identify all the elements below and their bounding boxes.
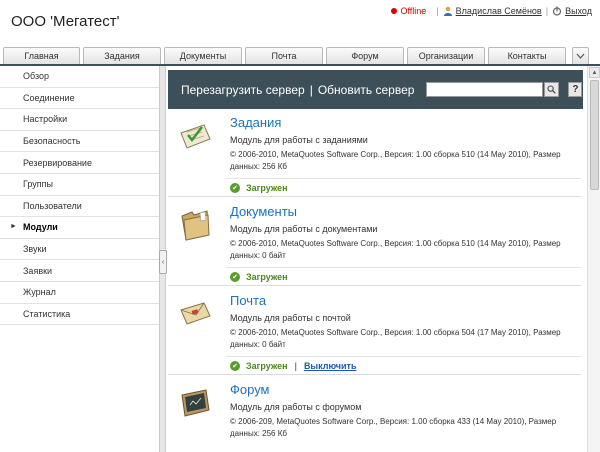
- sidebar-item-label: Резервирование: [23, 157, 92, 168]
- disable-module-link[interactable]: Выключить: [304, 361, 357, 371]
- sidebar-item-groups[interactable]: Группы: [0, 174, 159, 196]
- power-icon: [552, 6, 562, 16]
- mail-icon: [180, 302, 211, 325]
- tab-tasks[interactable]: Задания: [83, 47, 161, 64]
- logout-label: Выход: [565, 6, 592, 16]
- sidebar-item-statistics[interactable]: Статистика: [0, 304, 159, 326]
- scroll-thumb[interactable]: [590, 80, 599, 190]
- sidebar-item-label: Статистика: [23, 308, 71, 319]
- forum-icon: [181, 389, 210, 417]
- main-content: Перезагрузить сервер | Обновить сервер ?…: [167, 66, 587, 452]
- module-info: © 2006-209, MetaQuotes Software Corp., В…: [230, 417, 557, 438]
- tab-organizations[interactable]: Организации: [407, 47, 485, 64]
- module-documents: Документы Модуль для работы с документам…: [168, 198, 581, 286]
- tab-forum[interactable]: Форум: [326, 47, 404, 64]
- module-description: Модуль для работы с почтой: [230, 313, 351, 323]
- tab-mail[interactable]: Почта: [245, 47, 323, 64]
- sidebar-item-label: Звуки: [23, 244, 47, 255]
- module-title[interactable]: Форум: [230, 382, 270, 397]
- sidebar-item-connection[interactable]: Соединение: [0, 88, 159, 110]
- module-footer: ✔ Загружен: [226, 178, 581, 197]
- toolbar: Перезагрузить сервер | Обновить сервер ?: [168, 70, 583, 109]
- sidebar-item-users[interactable]: Пользователи: [0, 196, 159, 218]
- module-title[interactable]: Задания: [230, 115, 281, 130]
- sidebar-item-label: Группы: [23, 179, 53, 190]
- chevron-down-icon: [576, 53, 585, 59]
- sidebar-item-modules[interactable]: ► Модули: [0, 217, 159, 239]
- logout-link[interactable]: Выход: [552, 6, 592, 16]
- user-link[interactable]: Владислав Семёнов: [443, 6, 542, 16]
- collapse-sidebar-button[interactable]: ‹: [159, 250, 167, 274]
- search-button[interactable]: [544, 82, 560, 97]
- sidebar-item-label: Модули: [23, 222, 58, 233]
- module-description: Модуль для работы с форумом: [230, 402, 362, 412]
- footer-separator: |: [294, 361, 297, 371]
- search-input[interactable]: [426, 82, 544, 97]
- module-status: Загружен: [246, 183, 288, 193]
- module-status: Загружен: [246, 361, 288, 371]
- update-server-link[interactable]: Обновить сервер: [318, 83, 415, 97]
- module-info: © 2006-2010, MetaQuotes Software Corp., …: [230, 328, 561, 349]
- sidebar-item-label: Настройки: [23, 114, 68, 125]
- tab-contacts[interactable]: Контакты: [488, 47, 566, 64]
- content-scrollbar[interactable]: ▲: [587, 66, 600, 452]
- sidebar-item-overview[interactable]: Обзор: [0, 66, 159, 88]
- sidebar-item-label: Журнал: [23, 287, 56, 298]
- offline-dot-icon: [391, 8, 398, 14]
- module-forum: Форум Модуль для работы с форумом © 2006…: [168, 376, 581, 452]
- sidebar-item-security[interactable]: Безопасность: [0, 131, 159, 153]
- module-info: © 2006-2010, MetaQuotes Software Corp., …: [230, 239, 561, 260]
- user-icon: [443, 6, 452, 16]
- module-info: © 2006-2010, MetaQuotes Software Corp., …: [230, 150, 561, 171]
- check-icon: ✔: [230, 361, 240, 371]
- app-title: ООО 'Мегатест': [11, 13, 120, 30]
- sidebar-item-requests[interactable]: Заявки: [0, 260, 159, 282]
- check-icon: ✔: [230, 183, 240, 193]
- topbar-separator: |: [545, 6, 549, 16]
- sidebar-item-backup[interactable]: Резервирование: [0, 152, 159, 174]
- sidebar-item-label: Безопасность: [23, 136, 81, 147]
- sidebar-item-settings[interactable]: Настройки: [0, 109, 159, 131]
- help-button[interactable]: ?: [568, 82, 583, 97]
- module-status: Загружен: [246, 272, 288, 282]
- connection-status: Offline: [391, 6, 426, 16]
- check-icon: ✔: [230, 272, 240, 282]
- folder-icon: [181, 210, 210, 241]
- sidebar-item-journal[interactable]: Журнал: [0, 282, 159, 304]
- module-mail: Почта Модуль для работы с почтой © 2006-…: [168, 287, 581, 375]
- tasks-icon: [180, 124, 211, 149]
- active-arrow-icon: ►: [10, 223, 17, 231]
- status-text: Offline: [400, 6, 427, 16]
- toolbar-separator: |: [309, 82, 313, 97]
- module-description: Модуль для работы с заданиями: [230, 135, 368, 145]
- module-tasks: Задания Модуль для работы с заданиями © …: [168, 109, 581, 197]
- topbar: Offline | Владислав Семёнов | Выход: [391, 6, 592, 16]
- module-footer: ✔ Загружен | Выключить: [226, 356, 581, 375]
- sidebar-item-label: Обзор: [23, 71, 49, 82]
- tab-home[interactable]: Главная: [3, 47, 80, 64]
- module-title[interactable]: Документы: [230, 204, 297, 219]
- user-name: Владислав Семёнов: [455, 6, 542, 16]
- module-description: Модуль для работы с документами: [230, 224, 378, 234]
- sidebar-item-label: Соединение: [23, 92, 75, 103]
- module-title[interactable]: Почта: [230, 293, 266, 308]
- main-tabs: Главная Задания Документы Почта Форум Ор…: [3, 47, 598, 65]
- tab-documents[interactable]: Документы: [164, 47, 242, 64]
- topbar-separator: |: [436, 6, 439, 16]
- module-footer: ✔ Загружен: [226, 267, 581, 286]
- restart-server-link[interactable]: Перезагрузить сервер: [181, 83, 305, 97]
- sidebar-item-label: Заявки: [23, 265, 53, 276]
- header: ООО 'Мегатест' Offline | Владислав Семён…: [0, 0, 600, 46]
- tabs-more-button[interactable]: [572, 47, 589, 64]
- sidebar-item-label: Пользователи: [23, 200, 82, 211]
- search-icon: [547, 85, 557, 94]
- sidebar: Обзор Соединение Настройки Безопасность …: [0, 66, 160, 452]
- sidebar-item-sounds[interactable]: Звуки: [0, 239, 159, 261]
- scroll-up-arrow-icon[interactable]: ▲: [589, 67, 600, 78]
